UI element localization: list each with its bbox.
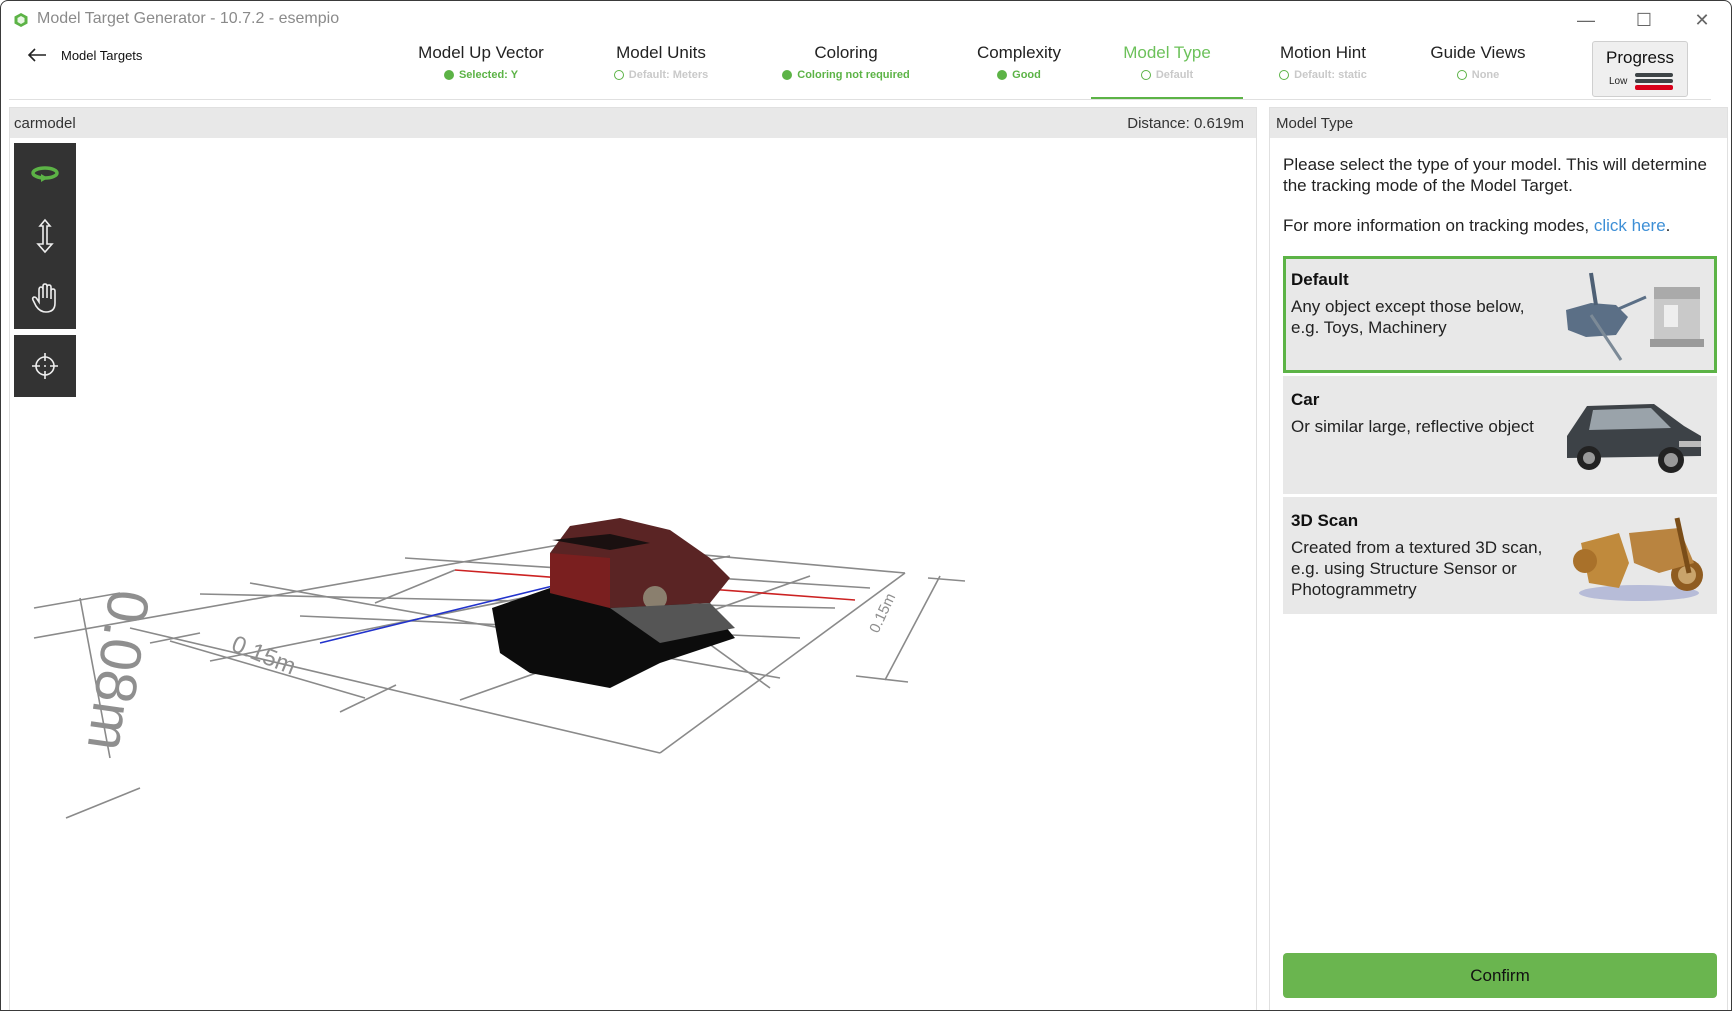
pan-tool-button[interactable] — [14, 267, 76, 329]
machinery-image — [1566, 272, 1704, 361]
status-pending-icon — [1140, 70, 1151, 80]
minimize-button[interactable]: — — [1563, 5, 1609, 35]
status-pending-icon — [1279, 70, 1290, 80]
title-bar: Model Target Generator - 10.7.2 - esempi… — [1, 1, 1731, 39]
tracking-info: For more information on tracking modes, … — [1283, 216, 1670, 236]
option-description: Created from a textured 3D scan, e.g. us… — [1291, 538, 1543, 599]
maximize-icon: ☐ — [1635, 9, 1653, 30]
tab-model-type[interactable]: Model Type Default — [1091, 43, 1243, 100]
option-title: Default — [1291, 270, 1349, 289]
option-car[interactable]: Car Or similar large, reflective object — [1283, 376, 1717, 494]
back-to-model-targets[interactable]: Model Targets — [27, 47, 142, 63]
tab-label: Model Up Vector — [418, 43, 544, 62]
tab-status: Selected: Y — [458, 69, 519, 81]
option-3d-scan[interactable]: 3D Scan Created from a textured 3D scan,… — [1283, 497, 1717, 614]
model-name: carmodel — [14, 115, 76, 132]
tab-status: Default — [1155, 69, 1194, 81]
progress-button[interactable]: Progress Low — [1592, 41, 1688, 97]
option-title: Car — [1291, 390, 1320, 409]
model-type-panel: Model Type Please select the type of you… — [1269, 107, 1728, 1010]
tab-motion-hint[interactable]: Motion Hint Default: static — [1248, 43, 1398, 99]
tab-guide-views[interactable]: Guide Views None — [1403, 43, 1553, 99]
crosshair-icon — [32, 353, 58, 379]
progress-label: Progress — [1605, 48, 1675, 67]
tab-status: Default: Meters — [628, 69, 709, 81]
tab-complexity[interactable]: Complexity Good — [944, 43, 1094, 99]
panel-title: Model Type — [1276, 115, 1354, 132]
tab-status: None — [1471, 69, 1500, 81]
dolly-tool-button[interactable] — [14, 205, 76, 267]
app-window: Model Target Generator - 10.7.2 - esempi… — [0, 0, 1732, 1011]
back-label: Model Targets — [61, 47, 143, 63]
3d-viewport[interactable]: carmodel Distance: 0.619m 0.08m 0.15m 0.… — [9, 107, 1257, 1011]
tab-label: Complexity — [976, 43, 1062, 62]
tab-coloring[interactable]: Coloring Coloring not required — [771, 43, 921, 99]
status-done-icon — [782, 70, 793, 80]
3d-scene[interactable]: 0.08m 0.15m 0.15m — [10, 138, 1256, 1011]
tab-status: Default: static — [1294, 69, 1367, 81]
status-pending-icon — [613, 70, 624, 80]
close-button[interactable]: ✕ — [1679, 5, 1725, 35]
tab-model-units[interactable]: Model Units Default: Meters — [586, 43, 736, 99]
tab-label: Model Type — [1123, 43, 1211, 62]
app-logo-icon — [14, 13, 28, 27]
orbit-icon — [31, 166, 59, 182]
info-suffix: . — [1665, 216, 1671, 235]
confirm-button[interactable]: Confirm — [1283, 953, 1717, 998]
tab-label: Coloring — [814, 43, 878, 62]
tab-label: Model Units — [616, 43, 706, 62]
option-description: Any object except those below, e.g. Toys… — [1291, 297, 1525, 337]
progress-bars-icon — [1635, 73, 1673, 92]
option-default[interactable]: Default Any object except those below, e… — [1283, 256, 1717, 373]
status-done-icon — [997, 70, 1008, 80]
view-toolbar — [14, 143, 76, 329]
click-here-link[interactable]: click here — [1594, 216, 1666, 235]
progress-bar-segment — [1635, 85, 1673, 90]
close-icon: ✕ — [1694, 9, 1710, 30]
tab-status: Coloring not required — [797, 69, 910, 81]
option-description: Or similar large, reflective object — [1291, 417, 1534, 436]
panel-description: Please select the type of your model. Th… — [1283, 155, 1707, 195]
status-done-icon — [443, 70, 454, 80]
hand-icon — [31, 283, 56, 313]
tab-label: Motion Hint — [1280, 43, 1366, 62]
tab-status: Good — [1012, 69, 1041, 81]
up-down-arrow-icon — [36, 218, 54, 254]
info-text: For more information on tracking modes, — [1283, 216, 1594, 235]
option-title: 3D Scan — [1291, 511, 1359, 530]
progress-bar-segment — [1635, 73, 1673, 77]
tab-label: Guide Views — [1430, 43, 1526, 62]
wooden-motorcycle-image — [1573, 517, 1703, 601]
suv-image — [1567, 404, 1701, 473]
progress-level: Low — [1609, 76, 1628, 87]
window-title: Model Target Generator - 10.7.2 - esempi… — [37, 10, 340, 27]
progress-bar-segment — [1635, 79, 1673, 83]
camera-distance: Distance: 0.619m — [1127, 115, 1244, 132]
height-dimension-label: 0.08m — [75, 586, 162, 755]
arrow-left-icon — [27, 48, 46, 62]
tab-model-up-vector[interactable]: Model Up Vector Selected: Y — [406, 43, 556, 99]
viewport-header: carmodel Distance: 0.619m — [10, 108, 1256, 138]
minimize-icon: — — [1577, 9, 1595, 30]
status-pending-icon — [1456, 70, 1467, 80]
width-dimension-label: 0.15m — [228, 631, 300, 681]
center-view-button[interactable] — [14, 335, 76, 397]
car-model — [492, 518, 735, 688]
maximize-button[interactable]: ☐ — [1621, 5, 1667, 35]
panel-header: Model Type — [1270, 108, 1727, 138]
nav-divider — [9, 99, 1711, 100]
orbit-tool-button[interactable] — [14, 143, 76, 205]
